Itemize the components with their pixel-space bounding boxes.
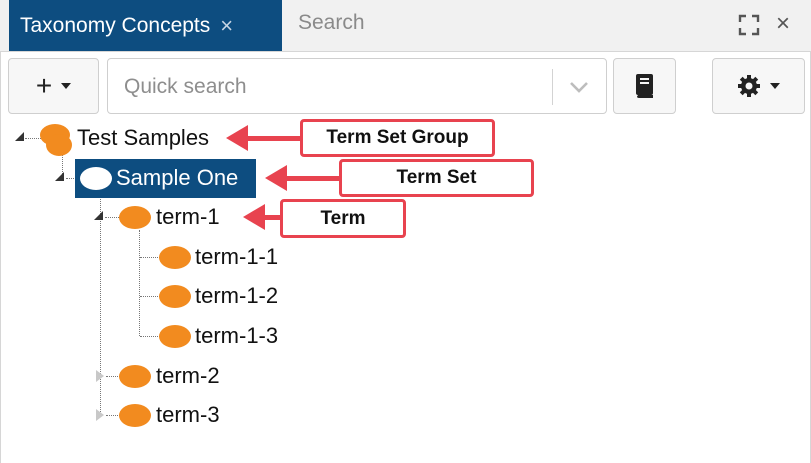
tree-connector xyxy=(25,138,41,139)
caret-down-icon xyxy=(61,83,72,89)
expand-toggle-icon[interactable] xyxy=(55,172,64,181)
expand-icon[interactable] xyxy=(738,14,760,36)
tree-node-test-samples[interactable]: Test Samples xyxy=(77,125,209,151)
gear-icon xyxy=(738,75,760,97)
tab-search[interactable]: Search xyxy=(298,11,365,35)
caret-down-icon xyxy=(770,83,780,89)
term-icon xyxy=(119,206,151,229)
close-panel-icon[interactable]: × xyxy=(776,10,790,38)
term-icon xyxy=(159,285,191,308)
book-button[interactable] xyxy=(613,58,676,114)
tree-connector xyxy=(140,257,160,258)
tab-label: Taxonomy Concepts xyxy=(20,13,211,37)
tree-connector xyxy=(106,376,120,377)
tree-node-term-2[interactable]: term-2 xyxy=(156,363,220,389)
tree-node-term-3[interactable]: term-3 xyxy=(156,402,220,428)
chevron-down-icon[interactable] xyxy=(568,77,590,97)
tree-connector xyxy=(139,230,140,336)
term-icon xyxy=(119,404,151,427)
taxonomy-panel: + xyxy=(0,52,811,463)
collapsed-toggle-icon[interactable] xyxy=(96,370,104,382)
book-icon xyxy=(635,74,653,98)
tab-taxonomy-concepts[interactable]: Taxonomy Concepts × xyxy=(9,0,282,51)
annotation-arrow-head xyxy=(226,125,248,151)
tree-connector xyxy=(105,217,119,218)
callout-term: Term xyxy=(280,199,406,238)
callout-term-set-group: Term Set Group xyxy=(300,119,495,157)
annotation-arrow-shaft xyxy=(246,136,302,141)
collapsed-toggle-icon[interactable] xyxy=(96,409,104,421)
plus-icon: + xyxy=(35,70,53,101)
tree-node-sample-one[interactable]: Sample One xyxy=(116,165,238,191)
term-icon xyxy=(159,325,191,348)
add-button[interactable]: + xyxy=(8,58,99,114)
tree-connector xyxy=(106,415,120,416)
annotation-arrow-shaft xyxy=(285,176,341,181)
quick-search-input[interactable] xyxy=(124,72,544,102)
tree-connector xyxy=(100,190,101,416)
tree-node-term-1-3[interactable]: term-1-3 xyxy=(195,323,278,349)
expand-toggle-icon[interactable] xyxy=(15,132,24,141)
callout-term-set: Term Set xyxy=(339,159,534,197)
tree-connector xyxy=(140,336,160,337)
term-set-icon xyxy=(80,167,112,190)
search-separator xyxy=(552,69,553,105)
tab-bar: Taxonomy Concepts × Search × xyxy=(0,0,811,52)
term-icon xyxy=(159,246,191,269)
term-icon xyxy=(119,365,151,388)
term-set-group-icon xyxy=(46,134,72,156)
tree-node-term-1-2[interactable]: term-1-2 xyxy=(195,283,278,309)
annotation-arrow-head xyxy=(265,165,287,191)
tree-node-term-1[interactable]: term-1 xyxy=(156,204,220,230)
settings-button[interactable] xyxy=(712,58,805,114)
quick-search-box xyxy=(107,58,607,114)
tab-close-icon[interactable]: × xyxy=(220,13,233,39)
tree-node-term-1-1[interactable]: term-1-1 xyxy=(195,244,278,270)
annotation-arrow-head xyxy=(243,204,265,230)
expand-toggle-icon[interactable] xyxy=(94,211,103,220)
tree-connector xyxy=(140,296,160,297)
